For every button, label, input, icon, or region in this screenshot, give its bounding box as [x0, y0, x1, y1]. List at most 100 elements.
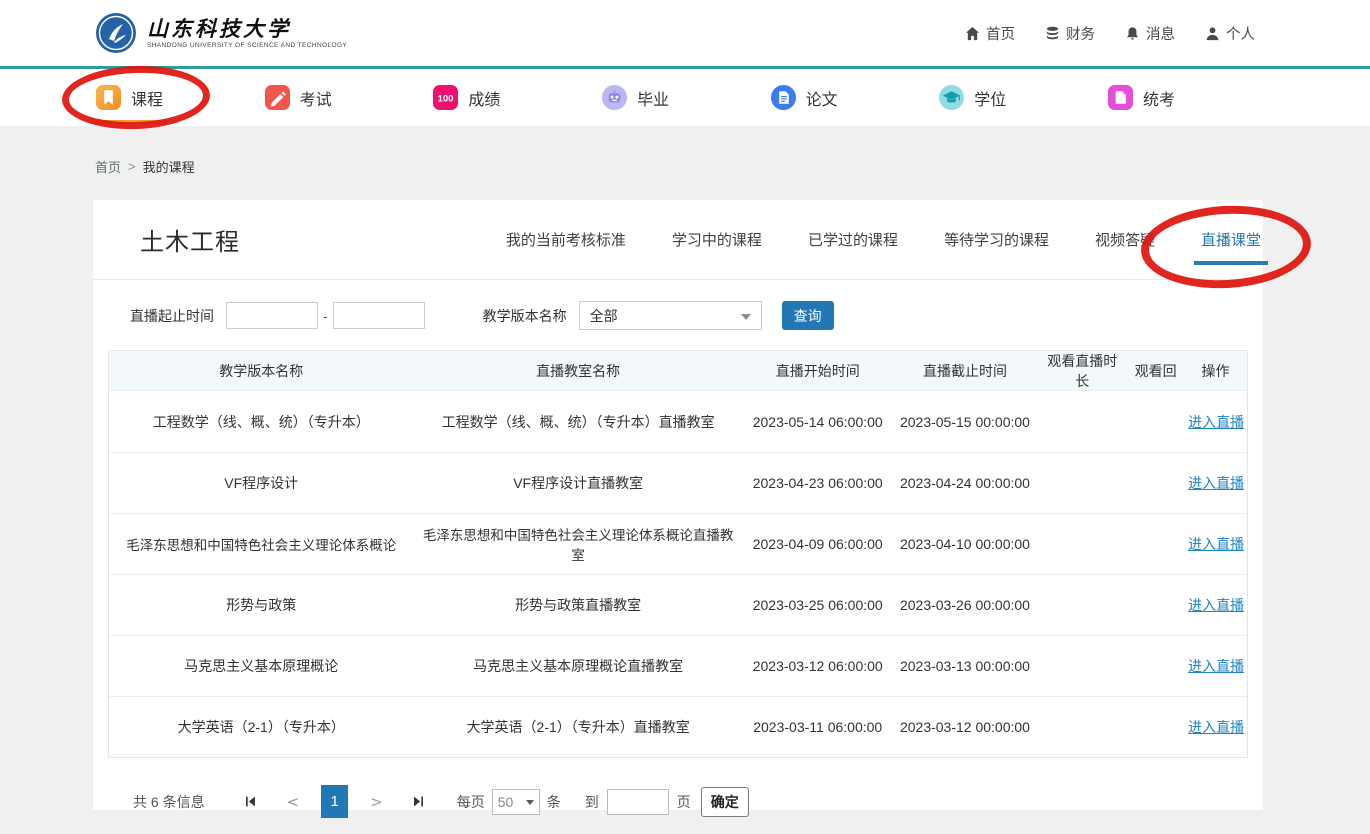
nav-item-graduation[interactable]: 毕业 [601, 69, 669, 126]
page-size-unit: 条 [547, 792, 561, 812]
cell-end: 2023-03-12 00:00:00 [893, 719, 1038, 735]
cell-start: 2023-03-25 06:00:00 [743, 597, 893, 613]
next-page-button[interactable]: > [370, 793, 383, 811]
profile-icon [1205, 26, 1220, 41]
enter-live-link[interactable]: 进入直播 [1188, 719, 1244, 735]
tab-live-classroom[interactable]: 直播课堂 [1201, 229, 1261, 250]
chevron-down-icon [741, 314, 751, 320]
logo-text: 山东科技大学 SHANDONG UNIVERSITY OF SCIENCE AN… [147, 17, 347, 49]
university-name-en: SHANDONG UNIVERSITY OF SCIENCE AND TECHN… [147, 42, 347, 49]
confirm-button[interactable]: 确定 [701, 787, 749, 817]
thesis-icon [770, 84, 797, 111]
cell-version: 形势与政策 [109, 595, 413, 615]
degree-icon [938, 84, 965, 111]
breadcrumb-separator: > [128, 159, 136, 174]
nav-item-unified-exam-label: 统考 [1143, 86, 1175, 110]
header-replay: 观看回 [1127, 361, 1184, 381]
table-row: 马克思主义基本原理概论 马克思主义基本原理概论直播教室 2023-03-12 0… [109, 635, 1247, 696]
utility-messages[interactable]: 消息 [1125, 23, 1175, 44]
nav-item-graduation-label: 毕业 [637, 86, 669, 110]
enter-live-link[interactable]: 进入直播 [1188, 475, 1244, 491]
first-page-icon [244, 795, 257, 808]
first-page-button[interactable] [243, 794, 259, 810]
tab-finished-courses[interactable]: 已学过的课程 [808, 229, 898, 250]
cell-room: 工程数学（线、概、统）（专升本）直播教室 [413, 412, 742, 432]
breadcrumb: 首页 > 我的课程 [0, 127, 1370, 176]
card-tabs: 我的当前考核标准 学习中的课程 已学过的课程 等待学习的课程 视频答疑 直播课堂 [506, 229, 1261, 250]
nav-item-degree[interactable]: 学位 [938, 69, 1006, 126]
svg-text:100: 100 [438, 93, 454, 104]
prev-page-button[interactable]: < [287, 793, 300, 811]
table-header-row: 教学版本名称 直播教室名称 直播开始时间 直播截止时间 观看直播时长 观看回 操… [109, 351, 1247, 391]
university-logo: 山东科技大学 SHANDONG UNIVERSITY OF SCIENCE AN… [95, 12, 347, 54]
cell-end: 2023-05-15 00:00:00 [893, 414, 1038, 430]
course-icon [95, 84, 122, 111]
utility-profile[interactable]: 个人 [1205, 23, 1255, 44]
header-end-time: 直播截止时间 [893, 361, 1038, 381]
page-size-control: 每页 50 条 [457, 789, 561, 815]
nav-item-courses[interactable]: 课程 [95, 69, 163, 126]
filter-bar: 直播起止时间 - 教学版本名称 全部 查询 [93, 280, 1263, 350]
table-row: 工程数学（线、概、统）（专升本） 工程数学（线、概、统）（专升本）直播教室 20… [109, 391, 1247, 452]
table-row: VF程序设计 VF程序设计直播教室 2023-04-23 06:00:00 20… [109, 452, 1247, 513]
nav-item-thesis[interactable]: 论文 [770, 69, 838, 126]
cell-end: 2023-03-13 00:00:00 [893, 658, 1038, 674]
tab-assessment-standard[interactable]: 我的当前考核标准 [506, 229, 626, 250]
utility-nav: 首页 财务 消息 个人 [965, 23, 1255, 44]
live-end-time-input[interactable] [333, 302, 425, 329]
cell-room: 形势与政策直播教室 [413, 595, 742, 615]
utility-home[interactable]: 首页 [965, 23, 1015, 44]
pagination-total: 共 6 条信息 [133, 792, 205, 812]
page-size-select[interactable]: 50 [492, 789, 540, 815]
nav-item-unified-exam[interactable]: 统考 [1107, 69, 1175, 126]
utility-finance[interactable]: 财务 [1045, 23, 1095, 44]
university-emblem-icon [95, 12, 137, 54]
pagination: 共 6 条信息 < 1 > 每页 50 条 到 页 [133, 785, 1263, 818]
last-page-button[interactable] [411, 794, 427, 810]
enter-live-link[interactable]: 进入直播 [1188, 658, 1244, 674]
exam-icon [264, 84, 291, 111]
main-nav: 课程 考试 100 成绩 毕业 论文 学位 统考 [0, 69, 1370, 127]
chevron-down-icon [526, 800, 534, 805]
cell-room: 毛泽东思想和中国特色社会主义理论体系概论直播教室 [413, 524, 742, 564]
cell-version: 大学英语（2-1）（专升本） [109, 717, 413, 737]
header-watch-duration: 观看直播时长 [1037, 351, 1127, 391]
unified-exam-icon [1107, 84, 1134, 111]
version-select-value: 全部 [590, 306, 618, 326]
finance-icon [1045, 26, 1060, 41]
enter-live-link[interactable]: 进入直播 [1188, 536, 1244, 552]
nav-item-grades-label: 成绩 [468, 86, 500, 110]
utility-finance-label: 财务 [1066, 23, 1095, 44]
table-row: 毛泽东思想和中国特色社会主义理论体系概论 毛泽东思想和中国特色社会主义理论体系概… [109, 513, 1247, 574]
card-header: 土木工程 我的当前考核标准 学习中的课程 已学过的课程 等待学习的课程 视频答疑… [93, 200, 1263, 280]
cell-version: VF程序设计 [109, 473, 413, 493]
breadcrumb-home[interactable]: 首页 [95, 157, 121, 176]
cell-room: 马克思主义基本原理概论直播教室 [413, 656, 742, 676]
cell-start: 2023-03-12 06:00:00 [743, 658, 893, 674]
tab-video-qa[interactable]: 视频答疑 [1095, 229, 1155, 250]
enter-live-link[interactable]: 进入直播 [1188, 597, 1244, 613]
message-bell-icon [1125, 26, 1140, 41]
search-button[interactable]: 查询 [782, 301, 834, 330]
enter-live-link[interactable]: 进入直播 [1188, 414, 1244, 430]
page-number-current[interactable]: 1 [321, 785, 348, 818]
tab-learning-courses[interactable]: 学习中的课程 [672, 229, 762, 250]
cell-end: 2023-03-26 00:00:00 [893, 597, 1038, 613]
tab-waiting-courses[interactable]: 等待学习的课程 [944, 229, 1049, 250]
live-time-range-label: 直播起止时间 [130, 306, 214, 326]
goto-page-control: 到 页 [585, 789, 691, 815]
cell-start: 2023-04-09 06:00:00 [743, 536, 893, 552]
table-row: 形势与政策 形势与政策直播教室 2023-03-25 06:00:00 2023… [109, 574, 1247, 635]
header-room: 直播教室名称 [413, 361, 742, 381]
cell-end: 2023-04-24 00:00:00 [893, 475, 1038, 491]
goto-label: 到 [585, 792, 599, 812]
cell-room: 大学英语（2-1）（专升本）直播教室 [413, 717, 742, 737]
top-bar: 山东科技大学 SHANDONG UNIVERSITY OF SCIENCE AN… [0, 0, 1370, 66]
time-range-separator: - [323, 308, 328, 324]
version-select[interactable]: 全部 [579, 301, 762, 330]
goto-page-input[interactable] [607, 789, 669, 815]
version-name-label: 教学版本名称 [483, 306, 567, 326]
nav-item-grades[interactable]: 100 成绩 [432, 69, 500, 126]
nav-item-exams[interactable]: 考试 [264, 69, 332, 126]
live-start-time-input[interactable] [226, 302, 318, 329]
